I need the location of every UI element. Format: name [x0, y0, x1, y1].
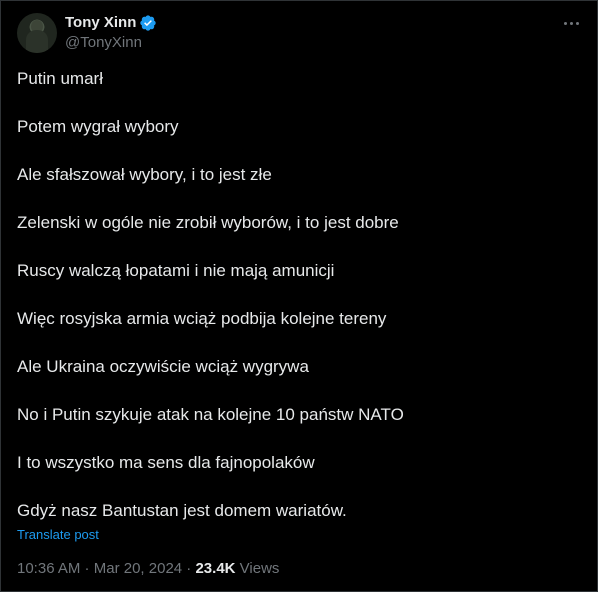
views-count[interactable]: 23.4K	[195, 560, 235, 577]
more-options-button[interactable]	[561, 13, 581, 33]
avatar-body-shape	[26, 30, 48, 53]
more-dot-icon	[569, 21, 573, 25]
author-names: Tony Xinn @TonyXinn	[65, 13, 157, 53]
post-line: Putin umarł	[17, 69, 103, 88]
meta-separator: ·	[182, 560, 196, 577]
post-line: Zelenski w ogóle nie zrobił wyborów, i t…	[17, 213, 399, 232]
post-line: Gdyż nasz Bantustan jest domem wariatów.	[17, 501, 347, 520]
post-line: Ruscy walczą łopatami i nie mają amunicj…	[17, 261, 335, 280]
post-line: Ale sfałszował wybory, i to jest złe	[17, 165, 272, 184]
post-line: Ale Ukraina oczywiście wciąż wygrywa	[17, 357, 309, 376]
avatar[interactable]	[17, 13, 57, 53]
post-time[interactable]: 10:36 AM	[17, 560, 80, 577]
translate-post-link[interactable]: Translate post	[17, 527, 99, 543]
post-line: Więc rosyjska armia wciąż podbija kolejn…	[17, 309, 387, 328]
views-label: Views	[235, 560, 280, 577]
author-display-name[interactable]: Tony Xinn	[65, 13, 136, 33]
post-line: I to wszystko ma sens dla fajnopolaków	[17, 453, 315, 472]
post-line: Potem wygrał wybory	[17, 117, 179, 136]
more-dot-icon	[563, 21, 567, 25]
post-date[interactable]: Mar 20, 2024	[94, 560, 182, 577]
meta-separator: ·	[80, 560, 94, 577]
more-dot-icon	[575, 21, 579, 25]
post-text: Putin umarł Potem wygrał wybory Ale sfał…	[17, 67, 583, 523]
author-handle[interactable]: @TonyXinn	[65, 33, 157, 53]
post-line: No i Putin szykuje atak na kolejne 10 pa…	[17, 405, 404, 424]
post-card: Tony Xinn @TonyXinn Putin umarł Potem wy…	[0, 0, 598, 592]
post-meta: 10:36 AM · Mar 20, 2024 · 23.4K Views	[17, 559, 279, 579]
name-row: Tony Xinn	[65, 13, 157, 33]
verified-badge-icon[interactable]	[139, 14, 157, 32]
post-header: Tony Xinn @TonyXinn	[17, 13, 157, 53]
